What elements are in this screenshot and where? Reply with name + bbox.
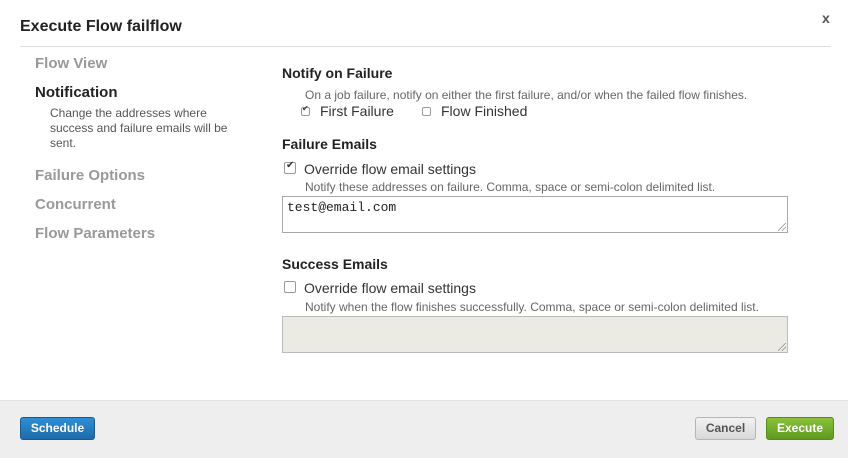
failure-emails-value: test@email.com <box>287 200 397 215</box>
execute-button[interactable]: Execute <box>766 417 834 440</box>
cancel-button[interactable]: Cancel <box>695 417 756 440</box>
failure-emails-help: Notify these addresses on failure. Comma… <box>305 180 716 194</box>
notify-on-failure-title: Notify on Failure <box>282 65 393 81</box>
sidebar-nav: Flow View Notification Change the addres… <box>35 55 255 254</box>
sidebar-item-failure-options[interactable]: Failure Options <box>35 167 255 196</box>
dialog-title: Execute Flow failflow <box>20 18 182 35</box>
failure-emails-title: Failure Emails <box>282 136 377 152</box>
flow-finished-checkbox[interactable] <box>422 107 431 116</box>
failure-override-label: Override flow email settings <box>304 161 476 177</box>
sidebar-item-notification[interactable]: Notification <box>35 84 255 106</box>
success-override-label: Override flow email settings <box>304 280 476 296</box>
failure-override-checkbox[interactable] <box>284 160 296 174</box>
header-divider <box>20 46 831 47</box>
flow-finished-label: Flow Finished <box>441 103 528 119</box>
first-failure-checkbox[interactable] <box>301 104 310 116</box>
success-override-checkbox[interactable] <box>284 281 296 293</box>
sidebar-item-description: Change the addresses where success and f… <box>50 106 228 150</box>
schedule-button[interactable]: Schedule <box>20 417 95 440</box>
failure-emails-textarea[interactable]: test@email.com <box>282 196 788 233</box>
sidebar-item-concurrent[interactable]: Concurrent <box>35 196 255 225</box>
notify-on-failure-help: On a job failure, notify on either the f… <box>305 88 748 102</box>
sidebar-item-flow-parameters[interactable]: Flow Parameters <box>35 225 255 254</box>
dialog-footer: Schedule Cancel Execute <box>0 400 848 458</box>
success-emails-textarea[interactable] <box>282 316 788 353</box>
resize-grip-icon[interactable] <box>778 223 786 231</box>
close-icon[interactable]: x <box>822 10 830 26</box>
resize-grip-icon[interactable] <box>778 343 786 351</box>
sidebar-item-flow-view[interactable]: Flow View <box>35 55 255 84</box>
success-emails-help: Notify when the flow finishes successful… <box>305 300 759 314</box>
first-failure-label: First Failure <box>320 103 394 119</box>
success-emails-title: Success Emails <box>282 256 388 272</box>
